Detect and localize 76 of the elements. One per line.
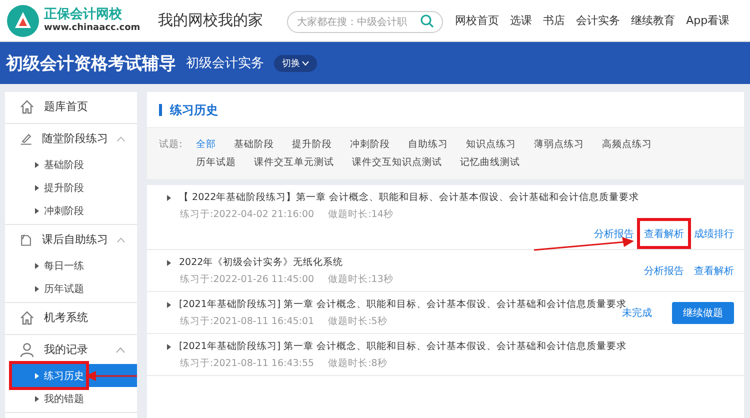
triangle-icon <box>167 194 171 200</box>
nav-link[interactable]: 网校首页 <box>455 13 500 28</box>
caret-icon <box>302 60 309 66</box>
slogan: 我的网校我的家 <box>158 11 264 30</box>
triangle-icon <box>35 286 39 292</box>
triangle-icon <box>35 162 39 168</box>
sidebar-item[interactable]: 题库首页 <box>5 92 137 121</box>
logo-icon <box>6 4 40 38</box>
action-link[interactable]: 成绩排行 <box>694 227 734 241</box>
sidebar-subitem[interactable]: 提升阶段 <box>5 176 137 199</box>
logo-url: www.chinaacc.com <box>44 23 140 34</box>
filter-option[interactable]: 基础阶段 <box>234 138 274 151</box>
sidebar-subitem[interactable]: 练习历史 <box>11 364 137 387</box>
sidebar-item[interactable]: 随堂阶段练习 <box>5 124 137 153</box>
sidebar-item[interactable]: 课后自助练习 <box>5 225 137 254</box>
search-field[interactable]: 大家都在搜：中级会计职 <box>287 11 444 33</box>
filter-option[interactable]: 历年试题 <box>196 156 236 169</box>
note-icon <box>19 232 34 248</box>
duration: 做题时长:5秒 <box>328 315 388 328</box>
filter-label: 试题: <box>159 138 182 152</box>
sidebar-item[interactable]: 机考系统 <box>5 303 137 332</box>
record-title: [2021年基础阶段练习] 第一章 会计概念、职能和目标、会计基本假设、会计基础和会计信息质量要求 <box>179 340 627 353</box>
sidebar-subitem[interactable]: 每日一练 <box>5 254 137 277</box>
triangle-icon <box>167 302 171 308</box>
nav-link[interactable]: 继续教育 <box>631 13 676 28</box>
subject-name: 初级会计实务 <box>186 55 264 72</box>
record-title: 2022年《初级会计实务》无纸化系统 <box>179 256 344 269</box>
practice-time: 练习于:2022-01-26 11:45:00 <box>180 273 314 286</box>
filter-option[interactable]: 课件交互单元测试 <box>254 156 334 169</box>
triangle-icon <box>35 372 39 378</box>
filter-option[interactable]: 提升阶段 <box>292 138 332 151</box>
action-link[interactable]: 分析报告 <box>594 227 634 241</box>
sidebar-subitem[interactable]: 我的错题 <box>5 387 137 410</box>
logo-title: 正保会计网校 <box>44 7 123 23</box>
filter-option[interactable]: 记忆曲线测试 <box>460 156 520 169</box>
sidebar-subitem[interactable]: 冲刺阶段 <box>5 199 137 222</box>
user-icon <box>19 342 35 358</box>
duration: 做题时长:13秒 <box>328 273 394 286</box>
switch-button[interactable]: 切换 <box>274 54 317 72</box>
duration: 做题时长:14秒 <box>328 208 394 221</box>
triangle-icon <box>35 262 39 268</box>
home-icon <box>19 310 35 326</box>
filter-option[interactable]: 冲刺阶段 <box>350 138 390 151</box>
continue-button[interactable]: 继续做题 <box>672 302 734 324</box>
practice-time: 练习于:2022-04-02 21:16:00 <box>180 208 314 221</box>
action-link[interactable]: 查看解析 <box>644 227 684 241</box>
triangle-icon <box>167 344 171 350</box>
practice-time: 练习于:2021-08-11 16:43:55 <box>180 357 314 370</box>
filter-option[interactable]: 薄弱点练习 <box>534 138 584 151</box>
practice-time: 练习于:2021-08-11 16:45:01 <box>180 315 314 328</box>
status-text: 未完成 <box>622 308 652 320</box>
nav-link[interactable]: 会计实务 <box>576 13 620 28</box>
filter-option[interactable]: 自助练习 <box>408 138 448 151</box>
triangle-icon <box>167 260 171 266</box>
sidebar-subitem[interactable]: 基础阶段 <box>5 153 137 176</box>
nav-link[interactable]: 选课 <box>510 13 532 28</box>
filter-option[interactable]: 课件交互知识点测试 <box>352 156 442 169</box>
duration: 做题时长:8秒 <box>328 357 388 370</box>
home-icon <box>19 98 35 114</box>
sidebar-item[interactable]: 我的记录 <box>5 335 137 364</box>
filter-option[interactable]: 高频点练习 <box>602 138 652 151</box>
nav-link[interactable]: App看课 <box>686 13 730 28</box>
sidebar-subitem[interactable]: 历年试题 <box>5 277 137 300</box>
triangle-icon <box>35 396 39 402</box>
triangle-icon <box>35 184 39 190</box>
section-title: 练习历史 <box>159 104 218 116</box>
filter-option[interactable]: 知识点练习 <box>466 138 516 151</box>
record-title: 【 2022年基础阶段练习】第一章 会计概念、职能和目标、会计基本假设、会计基础和会计信息质量要求 <box>179 191 640 204</box>
banner-title: 初级会计资格考试辅导 <box>6 52 176 74</box>
arrow <box>85 370 137 382</box>
filter-option[interactable]: 全部 <box>196 138 216 151</box>
action-link[interactable]: 分析报告 <box>644 264 684 278</box>
action-link[interactable]: 查看解析 <box>694 264 734 278</box>
nav-link[interactable]: 书店 <box>543 13 566 28</box>
triangle-icon <box>35 208 39 214</box>
search-icon <box>420 14 434 28</box>
